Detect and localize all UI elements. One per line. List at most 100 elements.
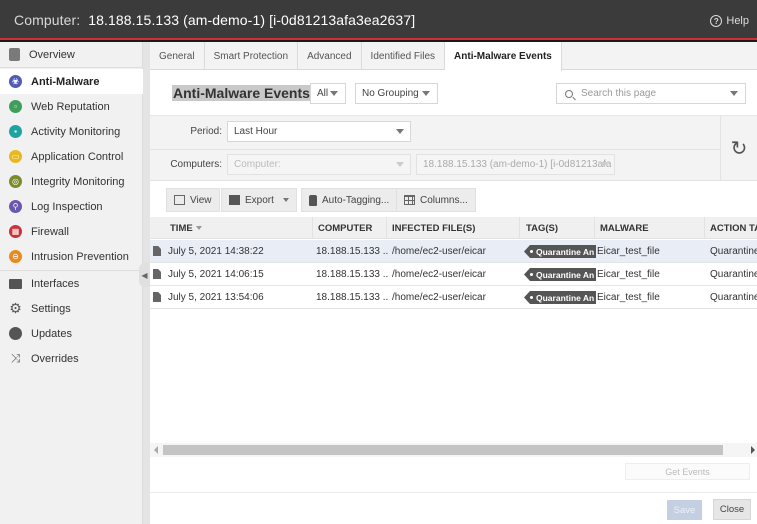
close-button[interactable]: Close (713, 499, 751, 520)
chevron-down-icon (730, 91, 738, 96)
tab-identified-files[interactable]: Identified Files (362, 42, 446, 70)
sidebar-item-label: Activity Monitoring (31, 125, 121, 138)
table-row[interactable]: July 5, 2021 14:06:15 18.188.15.133 ... … (150, 263, 757, 286)
cell-action: Quarantined (710, 269, 757, 280)
refresh-icon: ↻ (730, 137, 748, 160)
column-divider[interactable] (704, 217, 705, 239)
horizontal-scrollbar[interactable] (150, 443, 757, 457)
log-inspection-icon: ⚲ (9, 200, 22, 213)
application-control-icon: ▭ (9, 150, 22, 163)
sidebar-item-label: Updates (31, 327, 72, 340)
sidebar-item-label: Intrusion Prevention (31, 250, 129, 263)
sidebar-item-label: Firewall (31, 225, 69, 238)
sidebar-item-label: Settings (31, 302, 71, 315)
computers-label: Computers: (170, 159, 222, 170)
column-header-time[interactable]: TIME (170, 223, 202, 234)
tab-general[interactable]: General (150, 42, 205, 70)
sidebar-item-anti-malware[interactable]: ☣ Anti-Malware (0, 69, 143, 94)
event-filter-value: All (317, 88, 329, 99)
computers-dropdown[interactable]: Computer: (227, 154, 411, 175)
column-header-malware[interactable]: MALWARE (600, 223, 649, 234)
column-header-tags[interactable]: TAG(S) (526, 223, 558, 234)
sidebar-item-updates[interactable]: Updates (0, 321, 143, 346)
event-document-icon (153, 269, 161, 279)
tab-smart-protection[interactable]: Smart Protection (205, 42, 299, 70)
window-title: Computer: 18.188.15.133 (am-demo-1) [i-0… (14, 12, 415, 28)
sidebar-item-web-reputation[interactable]: ▫ Web Reputation (0, 94, 143, 119)
chevron-down-icon (396, 129, 404, 134)
columns-icon (404, 195, 415, 205)
period-dropdown[interactable]: Last Hour (227, 121, 411, 142)
column-divider[interactable] (594, 217, 595, 239)
table-row[interactable]: July 5, 2021 13:54:06 18.188.15.133 ... … (150, 286, 757, 309)
column-header-action-taken[interactable]: ACTION TA (710, 223, 757, 234)
auto-tagging-button[interactable]: Auto-Tagging... (301, 188, 398, 212)
cell-computer: 18.188.15.133 ... (316, 269, 388, 280)
overview-icon (9, 48, 20, 61)
chevron-down-icon (600, 162, 608, 167)
scroll-right-icon[interactable] (751, 446, 755, 454)
cell-time: July 5, 2021 14:38:22 (168, 246, 264, 257)
sidebar-item-label: Web Reputation (31, 100, 110, 113)
tag-badge[interactable]: Quarantine An (524, 291, 596, 304)
tab-bar: General Smart Protection Advanced Identi… (150, 42, 757, 71)
sidebar-item-activity-monitoring[interactable]: ▪ Activity Monitoring (0, 119, 143, 144)
integrity-monitoring-icon: ◎ (9, 175, 22, 188)
chevron-down-icon (396, 162, 404, 167)
view-button[interactable]: View (166, 188, 220, 212)
grouping-dropdown[interactable]: No Grouping (355, 83, 438, 104)
table-row[interactable]: July 5, 2021 14:38:22 18.188.15.133 ... … (150, 240, 757, 263)
computers-value: Computer: (234, 159, 281, 170)
columns-button[interactable]: Columns... (396, 188, 476, 212)
help-link[interactable]: ? Help (710, 15, 749, 27)
sidebar-item-overrides[interactable]: ⤨ Overrides (0, 346, 143, 371)
toolbar: View Export Auto-Tagging... Columns... (150, 182, 757, 216)
refresh-button[interactable]: ↻ (720, 116, 757, 180)
filter-divider (150, 149, 720, 150)
sidebar-item-label: Overrides (31, 352, 79, 365)
interfaces-icon (9, 278, 22, 289)
scroll-left-icon[interactable] (154, 446, 158, 454)
tab-advanced[interactable]: Advanced (298, 42, 362, 70)
column-header-infected-files[interactable]: INFECTED FILE(S) (392, 223, 475, 234)
event-filter-dropdown[interactable]: All (310, 83, 346, 104)
column-divider[interactable] (386, 217, 387, 239)
sidebar-item-label: Application Control (31, 150, 124, 163)
gear-icon: ⚙ (9, 300, 22, 316)
sidebar-item-firewall[interactable]: ▦ Firewall (0, 219, 143, 244)
cell-malware: Eicar_test_file (597, 269, 660, 280)
column-header-computer[interactable]: COMPUTER (318, 223, 372, 234)
table-header: TIME COMPUTER INFECTED FILE(S) TAG(S) MA… (150, 217, 757, 239)
search-placeholder: Search this page (581, 88, 657, 99)
shuffle-icon: ⤨ (10, 351, 21, 365)
period-value: Last Hour (234, 126, 278, 137)
get-events-button[interactable]: Get Events (625, 463, 750, 480)
sidebar-item-intrusion-prevention[interactable]: ⊖ Intrusion Prevention (0, 244, 143, 269)
window-title-value: 18.188.15.133 (am-demo-1) [i-0d81213afa3… (88, 12, 416, 28)
tag-badge[interactable]: Quarantine An (524, 245, 596, 258)
sidebar-collapse-handle[interactable]: ◀ (139, 263, 150, 287)
sidebar-item-application-control[interactable]: ▭ Application Control (0, 144, 143, 169)
column-divider[interactable] (519, 217, 520, 239)
save-button[interactable]: Save (667, 500, 702, 520)
column-divider[interactable] (312, 217, 313, 239)
footer-divider (150, 492, 757, 493)
tag-badge[interactable]: Quarantine An (524, 268, 596, 281)
cell-infected-file: /home/ec2-user/eicar (392, 246, 486, 257)
grouping-value: No Grouping (362, 88, 419, 99)
sidebar-item-integrity-monitoring[interactable]: ◎ Integrity Monitoring (0, 169, 143, 194)
sidebar-item-interfaces[interactable]: Interfaces (0, 271, 143, 296)
sidebar-item-log-inspection[interactable]: ⚲ Log Inspection (0, 194, 143, 219)
tab-anti-malware-events[interactable]: Anti-Malware Events (445, 42, 562, 71)
scrollbar-thumb[interactable] (163, 445, 723, 455)
sidebar: Overview ☣ Anti-Malware ▫ Web Reputation… (0, 42, 150, 524)
sidebar-item-overview[interactable]: Overview (0, 42, 143, 67)
intrusion-prevention-icon: ⊖ (9, 250, 22, 263)
firewall-icon: ▦ (9, 225, 22, 238)
export-button[interactable]: Export (221, 188, 297, 212)
cell-time: July 5, 2021 14:06:15 (168, 269, 264, 280)
cell-malware: Eicar_test_file (597, 246, 660, 257)
computer-select-dropdown[interactable]: 18.188.15.133 (am-demo-1) [i-0d81213afa (416, 154, 615, 175)
sidebar-item-settings[interactable]: ⚙ Settings (0, 296, 143, 321)
search-input[interactable]: Search this page (556, 83, 746, 104)
